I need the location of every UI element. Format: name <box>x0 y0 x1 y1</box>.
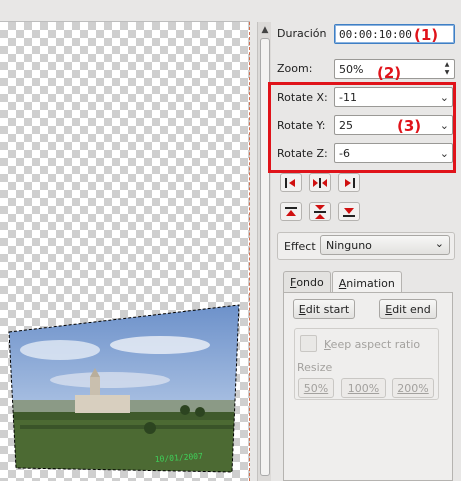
edit-end-button[interactable]: Edit end <box>379 299 437 319</box>
edit-start-label: dit start <box>305 302 350 316</box>
tab-fondo-label: ondo <box>296 276 324 289</box>
duration-label: Duración <box>277 27 327 40</box>
align-left-icon <box>285 177 295 188</box>
edit-start-button[interactable]: Edit start <box>293 299 355 319</box>
align-left-button[interactable] <box>280 173 302 192</box>
highlight-box <box>268 82 456 173</box>
resize-100-label: 100% <box>347 381 380 395</box>
zoom-value: 50% <box>339 62 364 76</box>
align-top-icon <box>285 206 297 216</box>
resize-label: Resize <box>297 361 333 374</box>
annotation-2: (2) <box>377 64 402 82</box>
align-vcenter-icon <box>314 204 326 219</box>
preview-area: 10/01/2007 <box>0 0 252 481</box>
scroll-up-icon[interactable]: ▲ <box>259 24 271 36</box>
edit-start-mnemonic: E <box>298 302 306 316</box>
duration-value: 00:00:10:00 <box>339 27 412 41</box>
effect-combo[interactable]: Ninguno ⌄ <box>320 235 450 255</box>
tab-bar: Fondo Animation <box>283 271 403 294</box>
align-right-icon <box>345 177 355 188</box>
resize-50-label: 50% <box>303 381 329 395</box>
keep-aspect-mnemonic: K <box>324 338 331 351</box>
tab-fondo[interactable]: Fondo <box>283 271 331 293</box>
resize-50-button[interactable]: 50% <box>298 378 334 398</box>
spin-arrows-icon[interactable]: ▲ ▼ <box>442 61 452 77</box>
tab-animation[interactable]: Animation <box>331 271 402 294</box>
align-bottom-button[interactable] <box>338 202 360 221</box>
align-right-button[interactable] <box>338 173 360 192</box>
resize-200-button[interactable]: 200% <box>392 378 434 398</box>
resize-200-label: 200% <box>397 381 429 395</box>
preview-top-strip <box>0 0 250 22</box>
annotation-1: (1) <box>414 26 439 44</box>
align-hcenter-button[interactable] <box>309 173 331 192</box>
rotated-photo[interactable]: 10/01/2007 <box>0 300 250 481</box>
align-hcenter-icon <box>313 177 327 188</box>
keep-aspect-label: Keep aspect ratio <box>324 338 420 351</box>
chevron-down-icon: ⌄ <box>434 237 444 250</box>
keep-aspect-checkbox[interactable] <box>300 335 317 352</box>
edit-end-label: dit end <box>392 302 431 316</box>
edit-end-mnemonic: E <box>385 302 393 316</box>
resize-100-button[interactable]: 100% <box>341 378 386 398</box>
tab-animation-mnemonic: A <box>338 276 347 290</box>
keep-aspect-text: eep aspect ratio <box>330 338 421 351</box>
align-bottom-icon <box>343 207 355 217</box>
zoom-label: Zoom: <box>277 62 313 75</box>
effect-label: Effect <box>284 240 316 253</box>
align-top-button[interactable] <box>280 202 302 221</box>
align-vcenter-button[interactable] <box>309 202 331 221</box>
tab-animation-label: nimation <box>346 276 395 290</box>
effect-value: Ninguno <box>326 238 372 252</box>
